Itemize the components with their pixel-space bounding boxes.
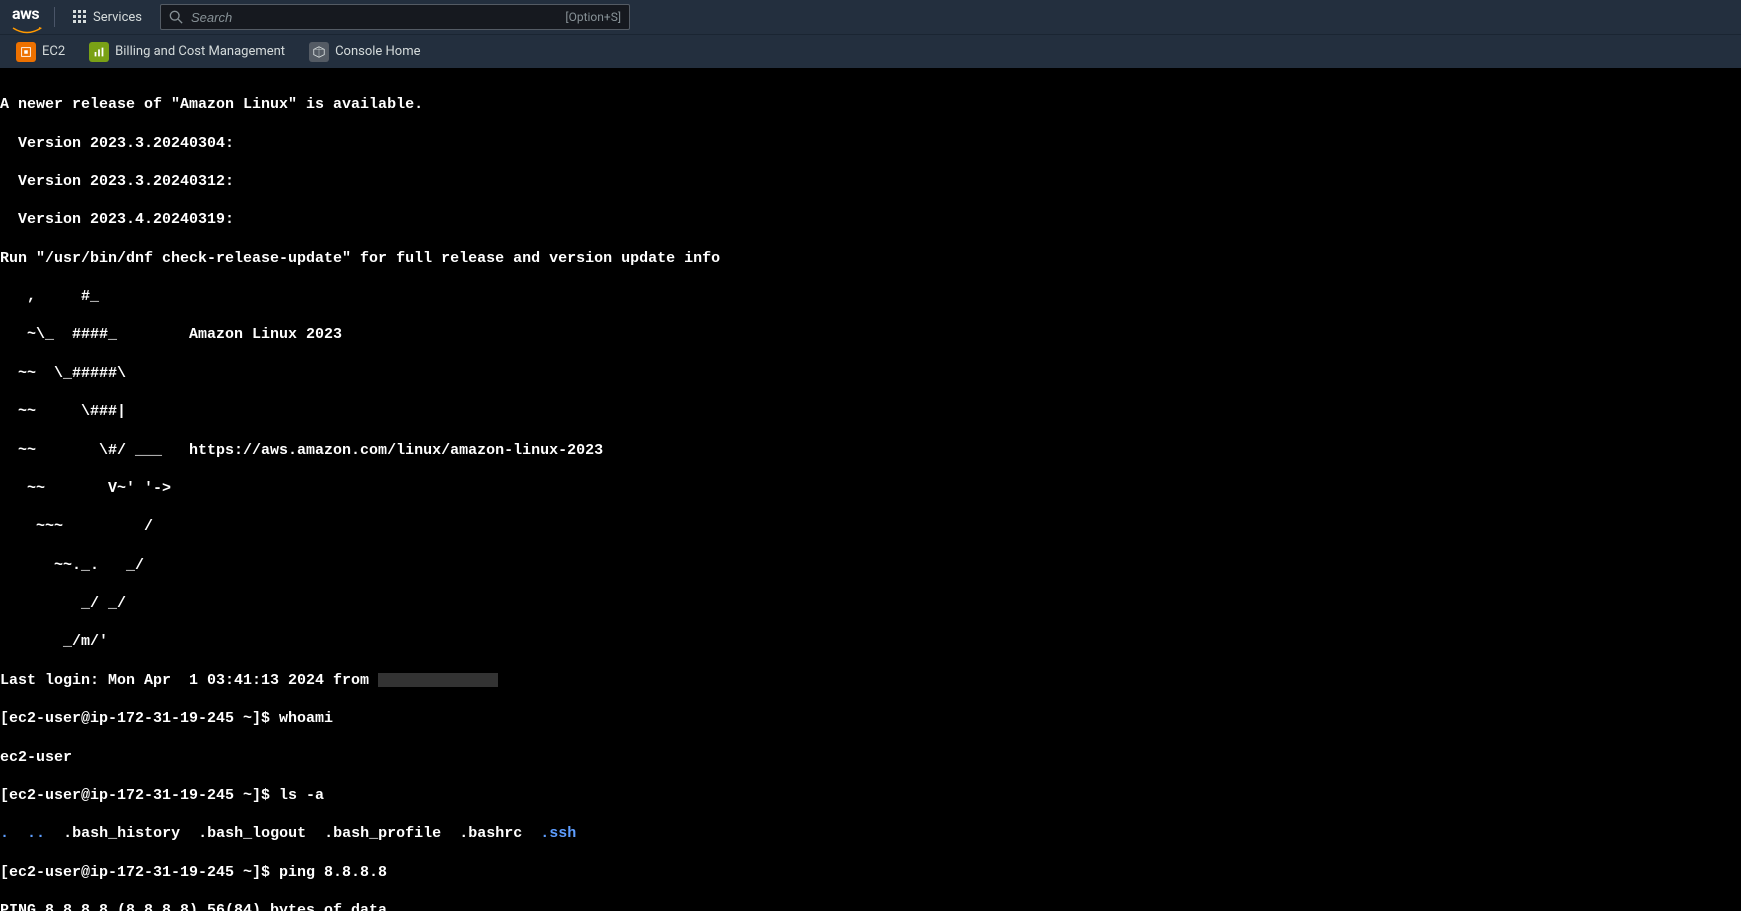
toolbar-item-ec2[interactable]: EC2	[12, 40, 69, 64]
console-icon	[309, 42, 329, 62]
services-button[interactable]: Services	[67, 6, 148, 29]
term-release-notice: A newer release of "Amazon Linux" is ava…	[0, 95, 1741, 114]
grid-icon	[73, 10, 87, 24]
ls-bash-history: .bash_history	[63, 825, 180, 842]
toolbar-label-billing: Billing and Cost Management	[115, 44, 285, 59]
ls-dot: .	[0, 825, 9, 842]
search-bar[interactable]: [Option+S]	[160, 4, 630, 30]
terminal[interactable]: A newer release of "Amazon Linux" is ava…	[0, 68, 1741, 911]
toolbar-item-console[interactable]: Console Home	[305, 40, 424, 64]
search-input[interactable]	[191, 10, 565, 25]
term-ping-header: PING 8.8.8.8 (8.8.8.8) 56(84) bytes of d…	[0, 901, 1741, 911]
term-version-2: Version 2023.3.20240312:	[0, 172, 1741, 191]
aws-logo-text: aws	[12, 6, 42, 22]
aws-logo-smile-icon	[12, 22, 42, 28]
term-ascii-8: ~~._. _/	[0, 556, 1741, 575]
term-ls-output: . .. .bash_history .bash_logout .bash_pr…	[0, 824, 1741, 843]
term-ascii-9: _/ _/	[0, 594, 1741, 613]
term-ascii-4: ~~ \###|	[0, 402, 1741, 421]
ls-bash-logout: .bash_logout	[198, 825, 306, 842]
term-ascii-6: ~~ V~' '->	[0, 479, 1741, 498]
term-version-3: Version 2023.4.20240319:	[0, 210, 1741, 229]
toolbar-item-billing[interactable]: Billing and Cost Management	[85, 40, 289, 64]
term-whoami-output: ec2-user	[0, 748, 1741, 767]
ls-ssh: .ssh	[540, 825, 576, 842]
toolbar: EC2 Billing and Cost Management Console …	[0, 34, 1741, 68]
term-ascii-5: ~~ \#/ ___ https://aws.amazon.com/linux/…	[0, 441, 1741, 460]
header-divider	[54, 7, 55, 27]
ls-bash-profile: .bash_profile	[324, 825, 441, 842]
search-icon	[169, 10, 183, 24]
term-ascii-3: ~~ \_#####\	[0, 364, 1741, 383]
term-last-login: Last login: Mon Apr 1 03:41:13 2024 from	[0, 671, 1741, 690]
term-prompt-ping: [ec2-user@ip-172-31-19-245 ~]$ ping 8.8.…	[0, 863, 1741, 882]
aws-header: aws Services [Option+S]	[0, 0, 1741, 34]
ls-bashrc: .bashrc	[459, 825, 522, 842]
term-version-1: Version 2023.3.20240304:	[0, 134, 1741, 153]
term-ascii-1: , #_	[0, 287, 1741, 306]
term-ascii-7: ~~~ /	[0, 517, 1741, 536]
term-last-login-text: Last login: Mon Apr 1 03:41:13 2024 from	[0, 672, 378, 689]
redacted-ip	[378, 673, 498, 687]
term-prompt-ls: [ec2-user@ip-172-31-19-245 ~]$ ls -a	[0, 786, 1741, 805]
ec2-icon	[16, 42, 36, 62]
ls-dotdot: ..	[27, 825, 45, 842]
billing-icon	[89, 42, 109, 62]
term-run-hint: Run "/usr/bin/dnf check-release-update" …	[0, 249, 1741, 268]
toolbar-label-console: Console Home	[335, 44, 420, 59]
toolbar-label-ec2: EC2	[42, 44, 65, 59]
term-ascii-2: ~\_ ####_ Amazon Linux 2023	[0, 325, 1741, 344]
term-prompt-whoami: [ec2-user@ip-172-31-19-245 ~]$ whoami	[0, 709, 1741, 728]
search-shortcut: [Option+S]	[565, 10, 621, 24]
aws-logo[interactable]: aws	[12, 6, 42, 28]
services-label: Services	[93, 10, 142, 25]
term-ascii-10: _/m/'	[0, 632, 1741, 651]
